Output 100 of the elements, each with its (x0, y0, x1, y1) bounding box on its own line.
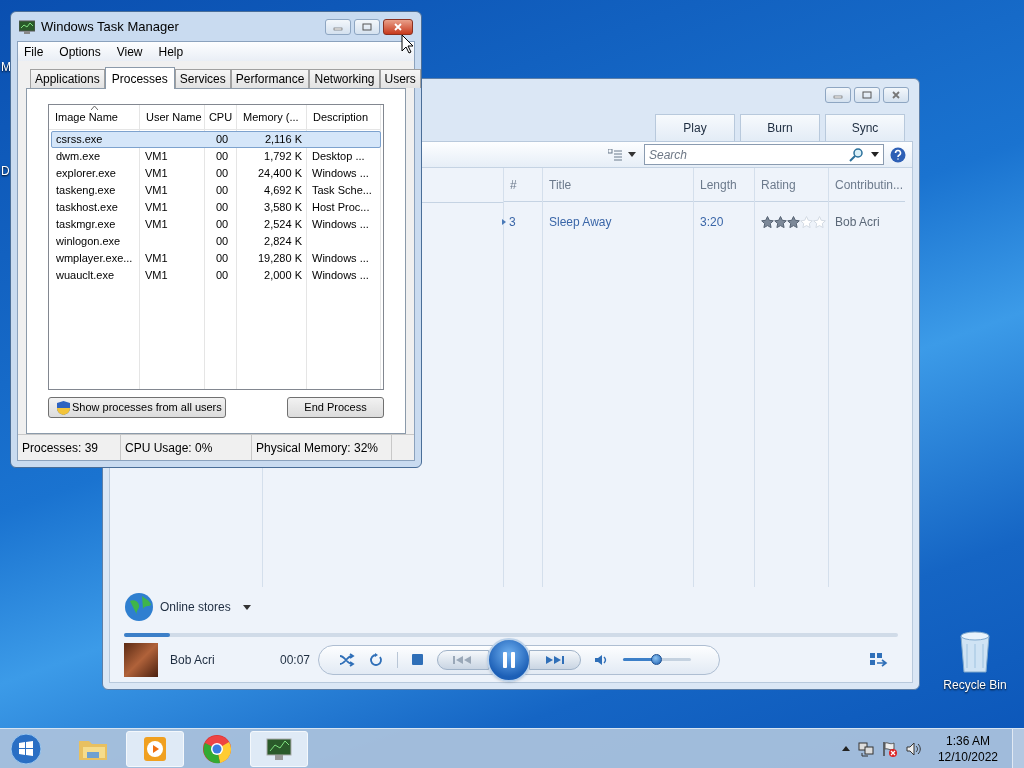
table-cell-text: 3,580 K (263, 200, 303, 216)
column-header[interactable]: Title (543, 175, 578, 194)
search-box[interactable]: Search (644, 144, 884, 165)
button[interactable]: End Process (287, 397, 384, 418)
track-length: 3:20 (700, 214, 724, 231)
close-icon (891, 91, 901, 99)
table-cell-text: csrss.exe (55, 132, 104, 148)
volume-icon[interactable] (595, 653, 609, 666)
network-icon[interactable] (857, 740, 874, 757)
menu-item[interactable]: Help (158, 42, 184, 61)
start-button[interactable] (10, 732, 42, 765)
status-text: CPU Usage: 0% (121, 435, 252, 460)
desktop-icon-label[interactable]: M (1, 58, 11, 76)
table-cell-text: Windows ... (311, 166, 370, 182)
track-title[interactable]: Sleep Away (549, 213, 612, 231)
button[interactable]: Show processes from all users (48, 397, 226, 418)
shuffle-icon[interactable] (339, 652, 355, 667)
close-icon (393, 22, 403, 31)
column-header[interactable]: Rating (755, 175, 802, 194)
pause-button[interactable] (487, 637, 531, 682)
flag-icon[interactable] (881, 740, 898, 757)
process-row[interactable]: wmplayer.exe... VM1 00 19,280 K Windows ... (51, 250, 381, 267)
tab[interactable]: Networking (309, 69, 380, 88)
tab[interactable]: Users (379, 69, 421, 88)
tab[interactable]: Processes (104, 67, 175, 89)
table-cell-text: 00 (214, 251, 230, 267)
status-text: Processes: 39 (18, 435, 121, 460)
tab[interactable]: Services (174, 69, 231, 88)
table-cell-text: taskeng.exe (55, 183, 117, 199)
monitor-icon (19, 19, 35, 34)
tab[interactable]: Applications (30, 69, 105, 88)
table-cell-text: taskhost.exe (55, 200, 119, 216)
tab[interactable]: Performance (230, 69, 310, 88)
search-icon (849, 147, 863, 162)
column-header[interactable]: Memory (... (243, 108, 299, 126)
column-header[interactable]: User Name (146, 108, 202, 126)
table-cell-text: VM1 (144, 200, 169, 216)
process-row[interactable]: wuauclt.exe VM1 00 2,000 K Windows ... (51, 267, 381, 284)
table-cell-text: VM1 (144, 166, 169, 182)
process-row[interactable]: explorer.exe VM1 00 24,400 K Windows ... (51, 165, 381, 182)
process-row[interactable]: taskmgr.exe VM1 00 2,524 K Windows ... (51, 216, 381, 233)
close-button[interactable] (383, 18, 413, 35)
maximize-button[interactable] (854, 87, 880, 103)
table-cell-text: 2,524 K (263, 217, 303, 233)
track-number: 3 (509, 214, 516, 231)
table-cell-text: 00 (214, 268, 230, 284)
table-cell-text: winlogon.exe (55, 234, 122, 250)
star-icon[interactable] (787, 216, 800, 228)
column-header[interactable]: Length (694, 175, 743, 194)
table-cell-text: 00 (214, 132, 230, 148)
repeat-icon[interactable] (369, 652, 383, 667)
tab[interactable]: Burn (740, 114, 820, 141)
clock[interactable]: 1:36 AM 12/10/2022 (937, 732, 998, 765)
playing-indicator-icon (502, 219, 506, 225)
dropdown-arrow-icon (871, 152, 879, 157)
online-stores-link[interactable]: Online stores (160, 598, 231, 616)
recycle-bin-icon[interactable] (957, 630, 993, 674)
status-text: Physical Memory: 32% (252, 435, 392, 460)
process-row[interactable]: csrss.exe 00 2,116 K (51, 131, 381, 148)
desktop-icon-label[interactable]: Recycle Bin (943, 676, 1007, 694)
tab[interactable]: Play (655, 114, 735, 141)
menu-item[interactable]: File (24, 42, 44, 61)
taskbar-button[interactable] (250, 730, 308, 767)
column-header[interactable]: Description (313, 108, 369, 126)
globe-icon[interactable] (124, 592, 154, 622)
star-icon[interactable] (774, 216, 787, 228)
table-cell-text: wmplayer.exe... (55, 251, 134, 267)
column-header[interactable]: Contributin... (829, 175, 910, 194)
mouse-cursor-icon (401, 34, 415, 54)
up-arrow-icon[interactable] (841, 746, 850, 751)
volume-thumb[interactable] (650, 654, 662, 665)
volume-icon[interactable] (905, 741, 922, 756)
table-cell-text: 00 (214, 200, 230, 216)
table-cell-text: 1,792 K (263, 149, 303, 165)
tab[interactable]: Sync (825, 114, 905, 141)
window-title: Windows Task Manager (41, 17, 179, 36)
pause-icon (503, 651, 515, 668)
dropdown-arrow-icon[interactable] (628, 152, 636, 157)
process-row[interactable]: taskhost.exe VM1 00 3,580 K Host Proc... (51, 199, 381, 216)
process-row[interactable]: taskeng.exe VM1 00 4,692 K Task Sche... (51, 182, 381, 199)
close-button[interactable] (883, 87, 909, 103)
browser-icon (201, 732, 233, 765)
table-cell-text: Host Proc... (311, 200, 371, 216)
menu-item[interactable]: View (116, 42, 143, 61)
process-row[interactable]: dwm.exe VM1 00 1,792 K Desktop ... (51, 148, 381, 165)
switch-view-icon[interactable] (870, 652, 888, 667)
search-field[interactable]: Search (645, 145, 849, 164)
star-icon[interactable] (761, 216, 774, 228)
next-button[interactable] (529, 649, 581, 670)
table-cell-text: 2,000 K (263, 268, 303, 284)
dropdown-arrow-icon[interactable] (242, 604, 251, 610)
column-header[interactable]: CPU (208, 108, 233, 126)
desktop-icon-label[interactable]: D (1, 162, 10, 180)
column-header[interactable]: # (504, 175, 523, 194)
table-cell-text: explorer.exe (55, 166, 117, 182)
menu-item[interactable]: Options (59, 42, 101, 61)
table-cell-text: VM1 (144, 149, 169, 165)
process-row[interactable]: winlogon.exe 00 2,824 K (51, 233, 381, 250)
column-header[interactable]: Image Name (55, 108, 118, 126)
help-icon[interactable] (890, 146, 906, 163)
